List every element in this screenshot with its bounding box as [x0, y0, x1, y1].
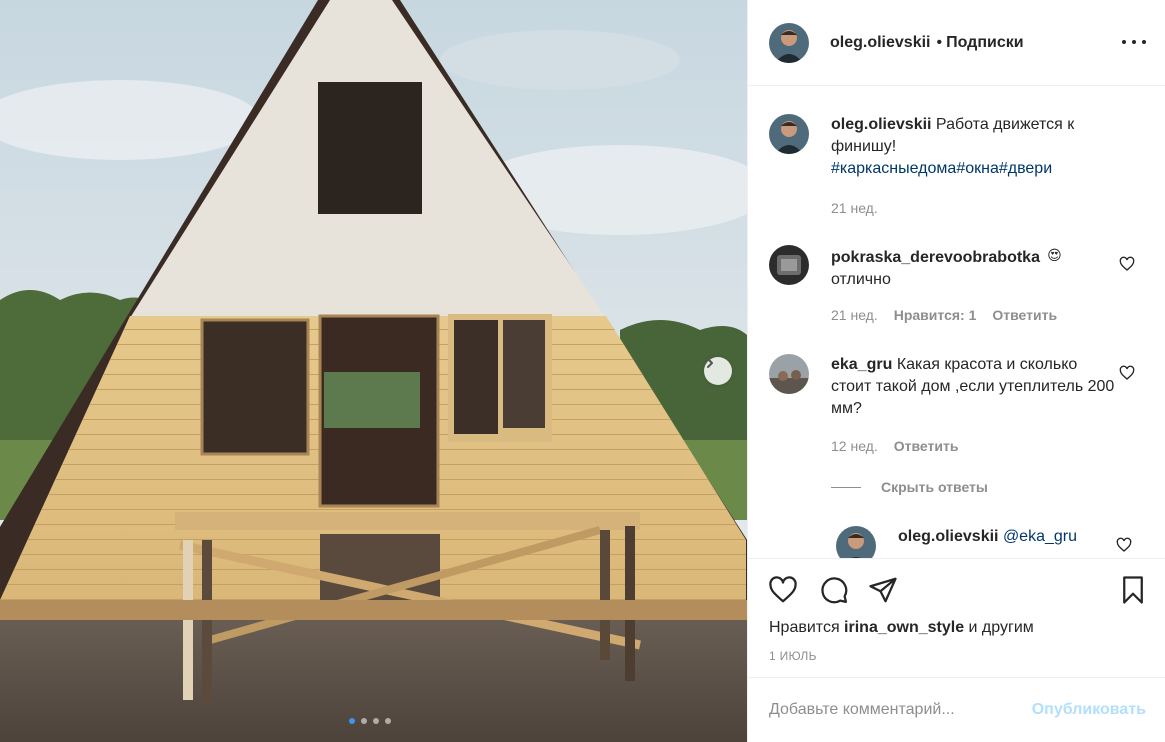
comment-meta: 21 нед. Нравится: 1 Ответить: [831, 307, 1057, 323]
comment-username[interactable]: pokraska_derevoobrabotka: [831, 249, 1040, 266]
more-options-icon[interactable]: [1122, 32, 1146, 52]
likes-summary: Нравится irina_own_style и другим: [769, 619, 1034, 637]
hashtag-link[interactable]: #окна: [956, 160, 999, 177]
chevron-right-icon: [707, 358, 713, 368]
heart-icon[interactable]: [1119, 365, 1135, 381]
reply-avatar[interactable]: [836, 526, 876, 558]
mention-link[interactable]: @eka_gru: [1003, 528, 1077, 545]
author-avatar[interactable]: [769, 22, 809, 63]
hide-replies-label: Скрыть ответы: [881, 479, 988, 495]
caption-username[interactable]: oleg.olievskii: [831, 116, 931, 133]
carousel-dot: [361, 718, 367, 724]
caption-timestamp[interactable]: 21 нед.: [831, 200, 878, 216]
comments-list[interactable]: oleg.olievskii Работа движется к финишу!…: [748, 86, 1165, 558]
comment-timestamp[interactable]: 12 нед.: [831, 438, 878, 454]
header-separator: •: [936, 33, 943, 51]
emoji-heart-eyes: 😍: [1047, 247, 1062, 263]
comment-likes-count[interactable]: Нравится: 1: [894, 307, 977, 323]
post-photo[interactable]: [0, 0, 747, 742]
carousel-next-button[interactable]: [704, 357, 732, 385]
house-photo-illustration: [0, 0, 747, 742]
caption-meta: 21 нед.: [831, 200, 878, 216]
post-sidebar: oleg.olievskii • Подписки oleg.olievskii…: [747, 0, 1165, 742]
comment-meta: 12 нед. Ответить: [831, 438, 958, 454]
hide-replies-button[interactable]: Скрыть ответы: [831, 479, 988, 495]
add-comment-form: Опубликовать: [748, 677, 1165, 742]
bookmark-icon[interactable]: [1118, 575, 1148, 605]
reply-text-block: oleg.olievskii @eka_gru: [898, 526, 1098, 548]
comment-text-block: eka_gru Какая красота и сколько стоит та…: [831, 354, 1121, 420]
likes-suffix: и другим: [964, 619, 1034, 636]
carousel-dot: [373, 718, 379, 724]
post-actions: Нравится irina_own_style и другим 1 ИЮЛЬ: [748, 558, 1165, 678]
carousel-dot: [349, 718, 355, 724]
carousel-dot: [385, 718, 391, 724]
comment-text-block: pokraska_derevoobrabotka 😍 отлично: [831, 245, 1121, 291]
comment-icon[interactable]: [819, 575, 849, 605]
reply-username[interactable]: oleg.olievskii: [898, 528, 998, 545]
divider: [831, 486, 861, 488]
commenter-avatar[interactable]: [769, 354, 809, 394]
comment-username[interactable]: eka_gru: [831, 356, 892, 373]
liker-username[interactable]: irina_own_style: [844, 619, 964, 636]
post-date[interactable]: 1 ИЮЛЬ: [769, 649, 817, 663]
comment-input[interactable]: [769, 701, 1022, 719]
carousel-indicator: [349, 718, 391, 724]
post-header: oleg.olievskii • Подписки: [748, 0, 1165, 86]
likes-prefix: Нравится: [769, 619, 845, 636]
reply-button[interactable]: Ответить: [992, 307, 1057, 323]
author-username[interactable]: oleg.olievskii: [830, 34, 930, 52]
heart-icon[interactable]: [1119, 256, 1135, 272]
caption-text-block: oleg.olievskii Работа движется к финишу!…: [831, 114, 1121, 180]
commenter-avatar[interactable]: [769, 245, 809, 285]
comment-timestamp[interactable]: 21 нед.: [831, 307, 878, 323]
following-button[interactable]: Подписки: [946, 34, 1023, 52]
caption-avatar[interactable]: [769, 114, 809, 154]
heart-icon[interactable]: [768, 575, 798, 605]
hashtag-link[interactable]: #двери: [999, 160, 1052, 177]
reply-button[interactable]: Ответить: [894, 438, 959, 454]
post-comment-button[interactable]: Опубликовать: [1032, 701, 1146, 719]
heart-icon[interactable]: [1116, 537, 1132, 553]
comment-text: отлично: [831, 271, 891, 288]
paper-plane-icon[interactable]: [868, 575, 898, 605]
hashtag-link[interactable]: #каркасныедома: [831, 160, 956, 177]
